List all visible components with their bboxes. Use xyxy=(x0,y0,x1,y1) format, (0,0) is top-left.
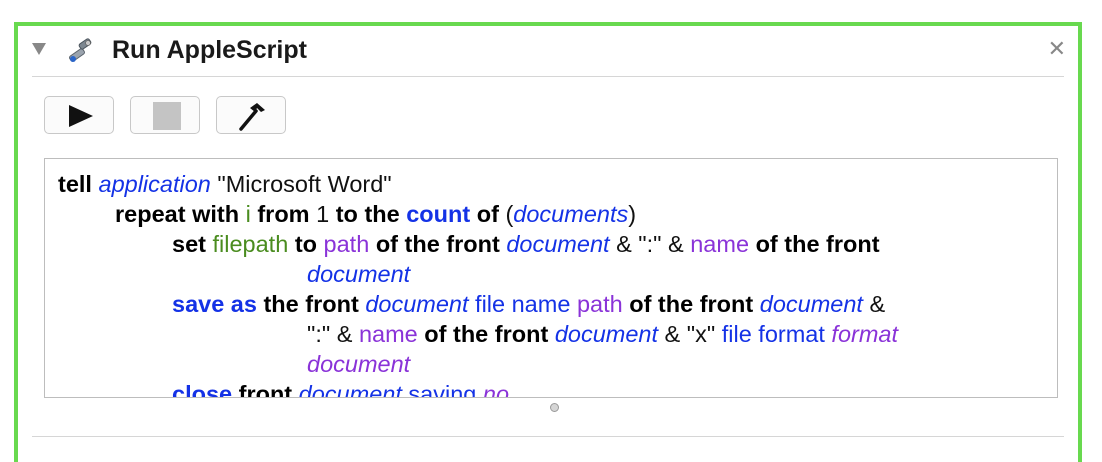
code-token: & xyxy=(869,291,886,317)
stop-icon xyxy=(153,102,181,130)
resize-handle[interactable] xyxy=(550,403,559,412)
code-token: of the front xyxy=(629,291,754,317)
code-line: tell application "Microsoft Word" xyxy=(58,169,898,199)
code-token: no xyxy=(482,381,510,398)
code-line: repeat with i from 1 to the count of (do… xyxy=(58,199,898,229)
code-token: file name xyxy=(475,291,571,317)
code-token: of xyxy=(476,201,499,227)
code-token: document xyxy=(554,321,659,347)
script-code: tell application "Microsoft Word" repeat… xyxy=(58,169,898,398)
code-token: file format xyxy=(721,321,825,347)
code-token: document xyxy=(307,261,411,287)
code-token: documents xyxy=(513,201,629,227)
action-title: Run AppleScript xyxy=(112,36,307,64)
hammer-icon xyxy=(239,103,265,131)
code-token: 1 xyxy=(316,201,330,227)
code-token: of the front xyxy=(424,321,549,347)
code-token: name xyxy=(690,231,750,257)
code-token: to the xyxy=(335,201,400,227)
code-token: path xyxy=(576,291,623,317)
script-editor[interactable]: tell application "Microsoft Word" repeat… xyxy=(44,158,1058,398)
run-applescript-action: Run AppleScript ✕ tell application "Micr… xyxy=(14,22,1082,462)
code-token: count xyxy=(406,201,471,227)
code-line: close front document saving no xyxy=(58,379,898,398)
code-token: repeat with xyxy=(115,201,240,227)
play-icon xyxy=(69,105,93,127)
code-token: tell xyxy=(58,171,92,197)
code-token: application xyxy=(98,171,211,197)
close-icon[interactable]: ✕ xyxy=(1048,36,1066,62)
code-token: document xyxy=(307,351,411,377)
code-token: "Microsoft Word" xyxy=(217,171,392,197)
code-token: document xyxy=(298,381,402,398)
code-token: name xyxy=(358,321,418,347)
code-token: document xyxy=(365,291,469,317)
code-token: to xyxy=(294,231,317,257)
code-token: of the front xyxy=(375,231,500,257)
code-token: path xyxy=(323,231,370,257)
code-token: from xyxy=(257,201,310,227)
disclosure-triangle-icon[interactable] xyxy=(32,43,46,55)
code-line: ":" & name of the front document & "x" f… xyxy=(58,319,898,349)
applescript-action-icon xyxy=(69,38,92,62)
code-token: of the front xyxy=(755,231,880,257)
run-button[interactable] xyxy=(44,96,114,134)
code-line: save as the front document file name pat… xyxy=(58,289,898,319)
code-token: set xyxy=(172,231,206,257)
code-line: document xyxy=(58,349,898,379)
code-token: close xyxy=(172,381,233,398)
code-line: set filepath to path of the front docume… xyxy=(58,229,898,259)
code-token: front xyxy=(238,381,293,398)
code-token: ":" & xyxy=(307,321,353,347)
code-token: the front xyxy=(263,291,359,317)
code-token: save as xyxy=(172,291,257,317)
code-line: document xyxy=(58,259,898,289)
code-token: i xyxy=(245,201,251,227)
action-header: Run AppleScript ✕ xyxy=(18,26,1078,76)
header-divider xyxy=(32,76,1064,77)
code-token: ) xyxy=(628,201,637,227)
compile-button[interactable] xyxy=(216,96,286,134)
code-token: & "x" xyxy=(664,321,716,347)
stop-button[interactable] xyxy=(130,96,200,134)
code-token: document xyxy=(506,231,610,257)
code-token: format xyxy=(831,321,899,347)
section-divider xyxy=(32,436,1064,437)
code-token: document xyxy=(759,291,863,317)
code-token: saving xyxy=(408,381,477,398)
code-token: filepath xyxy=(212,231,289,257)
code-token: & ":" & xyxy=(616,231,684,257)
